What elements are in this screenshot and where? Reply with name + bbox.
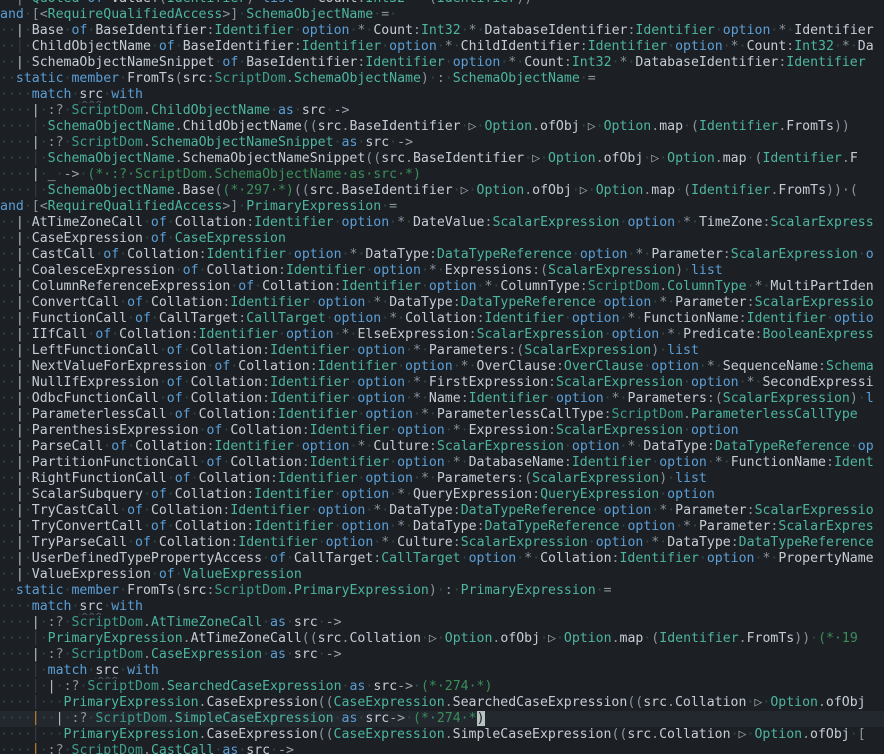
code-line: ··|·ScalarSubquery·of·Collation:Identifi… <box>0 487 715 502</box>
code-line: ····|·:?·ScriptDom.CaseExpression·as·src… <box>0 647 342 662</box>
code-line: ··|·ParseCall·of·Collation:Identifier·op… <box>0 439 874 454</box>
code-line: ··|·RightFunctionCall·of·Collation:Ident… <box>0 471 707 486</box>
code-line: ··|·TryConvertCall·of·Collation:Identifi… <box>0 519 874 534</box>
code-line: ··|·LeftFunctionCall·of·Collation:Identi… <box>0 343 699 358</box>
code-line: ··|·CoalesceExpression·of·Collation:Iden… <box>0 263 723 278</box>
current-code-line[interactable]: ····│··|·:?·ScriptDom.SimpleCaseExpressi… <box>0 711 884 727</box>
code-line: ··|·IIfCall·of·Collation:Identifier·opti… <box>0 327 874 342</box>
code-line: ··│·ChildObjectName·of·BaseIdentifier:Id… <box>0 39 874 54</box>
code-line: ····match·src·with <box>0 87 143 102</box>
code-line: ··|·SchemaObjectNameSnippet·of·BaseIdent… <box>0 55 866 70</box>
code-line: ····│·:?·ScriptDom.CastCall·as·src·-> <box>0 743 294 754</box>
code-line: ··|·OdbcFunctionCall·of·Collation:Identi… <box>0 391 874 406</box>
code-line: ····│·PrimaryExpression.AtTimeZoneCall((… <box>0 631 858 646</box>
code-line: ··|·ParenthesisExpression·of·Collation:I… <box>0 423 739 438</box>
code-line: and·[<RequireQualifiedAccess>]·SchemaObj… <box>0 7 398 22</box>
code-editor-window[interactable]: |·Quoted·of·Value:(Identifier)·list·*·Co… <box>0 0 884 754</box>
code-line: ··|·CaseExpression·of·CaseExpression <box>0 231 286 246</box>
code-line: ··|·CastCall·of·Collation:Identifier·opt… <box>0 247 874 262</box>
code-line: ····│·match·src·with <box>0 663 159 678</box>
code-line: ··|·ParameterlessCall·of·Collation:Ident… <box>0 407 858 422</box>
code-line: ····│·|·:?·ScriptDom.SearchedCaseExpress… <box>0 679 493 694</box>
code-line: ····│·SchemaObjectName.SchemaObjectNameS… <box>0 151 858 166</box>
code-line: ··|·PartitionFunctionCall·of·Collation:I… <box>0 455 874 470</box>
code-line: ····|·_·->·(*·:?·ScriptDom.SchemaObjectN… <box>0 167 421 182</box>
code-line: ··|·TryParseCall·of·Collation:Identifier… <box>0 535 874 550</box>
code-line: ··|·NullIfExpression·of·Collation:Identi… <box>0 375 874 390</box>
text-cursor: ) <box>476 711 485 726</box>
code-line: ····|·:?·ScriptDom.AtTimeZoneCall·as·src… <box>0 615 342 630</box>
code-line: ····│·SchemaObjectName.Base((*·297·*)((s… <box>0 183 858 198</box>
code-line: ··|·AtTimeZoneCall·of·Collation:Identifi… <box>0 215 874 230</box>
text-buffer[interactable]: |·Quoted·of·Value:(Identifier)·list·*·Co… <box>0 0 884 754</box>
code-line: ··|·TryCastCall·of·Collation:Identifier·… <box>0 503 874 518</box>
code-line: ··|·ColumnReferenceExpression·of·Collati… <box>0 279 874 294</box>
code-line: ····match·src·with <box>0 599 143 614</box>
code-line: ··|·ConvertCall·of·Collation:Identifier·… <box>0 295 874 310</box>
code-line: ··|·NextValueForExpression·of·Collation:… <box>0 359 874 374</box>
code-line: ····│·SchemaObjectName.ChildObjectName((… <box>0 119 850 134</box>
code-line-clipped: |·Quoted·of·Value:(Identifier)·list·*·Co… <box>0 0 884 7</box>
code-line: ··static·member·FromTs(src:ScriptDom.Sch… <box>0 71 596 86</box>
code-line: ··static·member·FromTs(src:ScriptDom.Pri… <box>0 583 612 598</box>
code-line: and·[<RequireQualifiedAccess>]·PrimaryEx… <box>0 199 398 214</box>
code-line: ····|·:?·ScriptDom.SchemaObjectNameSnipp… <box>0 135 414 150</box>
code-line: ····|·:?·ScriptDom.ChildObjectName·as·sr… <box>0 103 350 118</box>
code-line: ··|·UserDefinedTypePropertyAccess·of·Cal… <box>0 551 874 566</box>
code-line: ··|·ValueExpression·of·ValueExpression <box>0 567 302 582</box>
code-line: ··|·FunctionCall·of·CallTarget:CallTarge… <box>0 311 874 326</box>
code-line: ····│···PrimaryExpression.CaseExpression… <box>0 727 866 742</box>
code-line: ··|·Base·of·BaseIdentifier:Identifier·op… <box>0 23 874 38</box>
code-line: ····│···PrimaryExpression.CaseExpression… <box>0 695 866 710</box>
